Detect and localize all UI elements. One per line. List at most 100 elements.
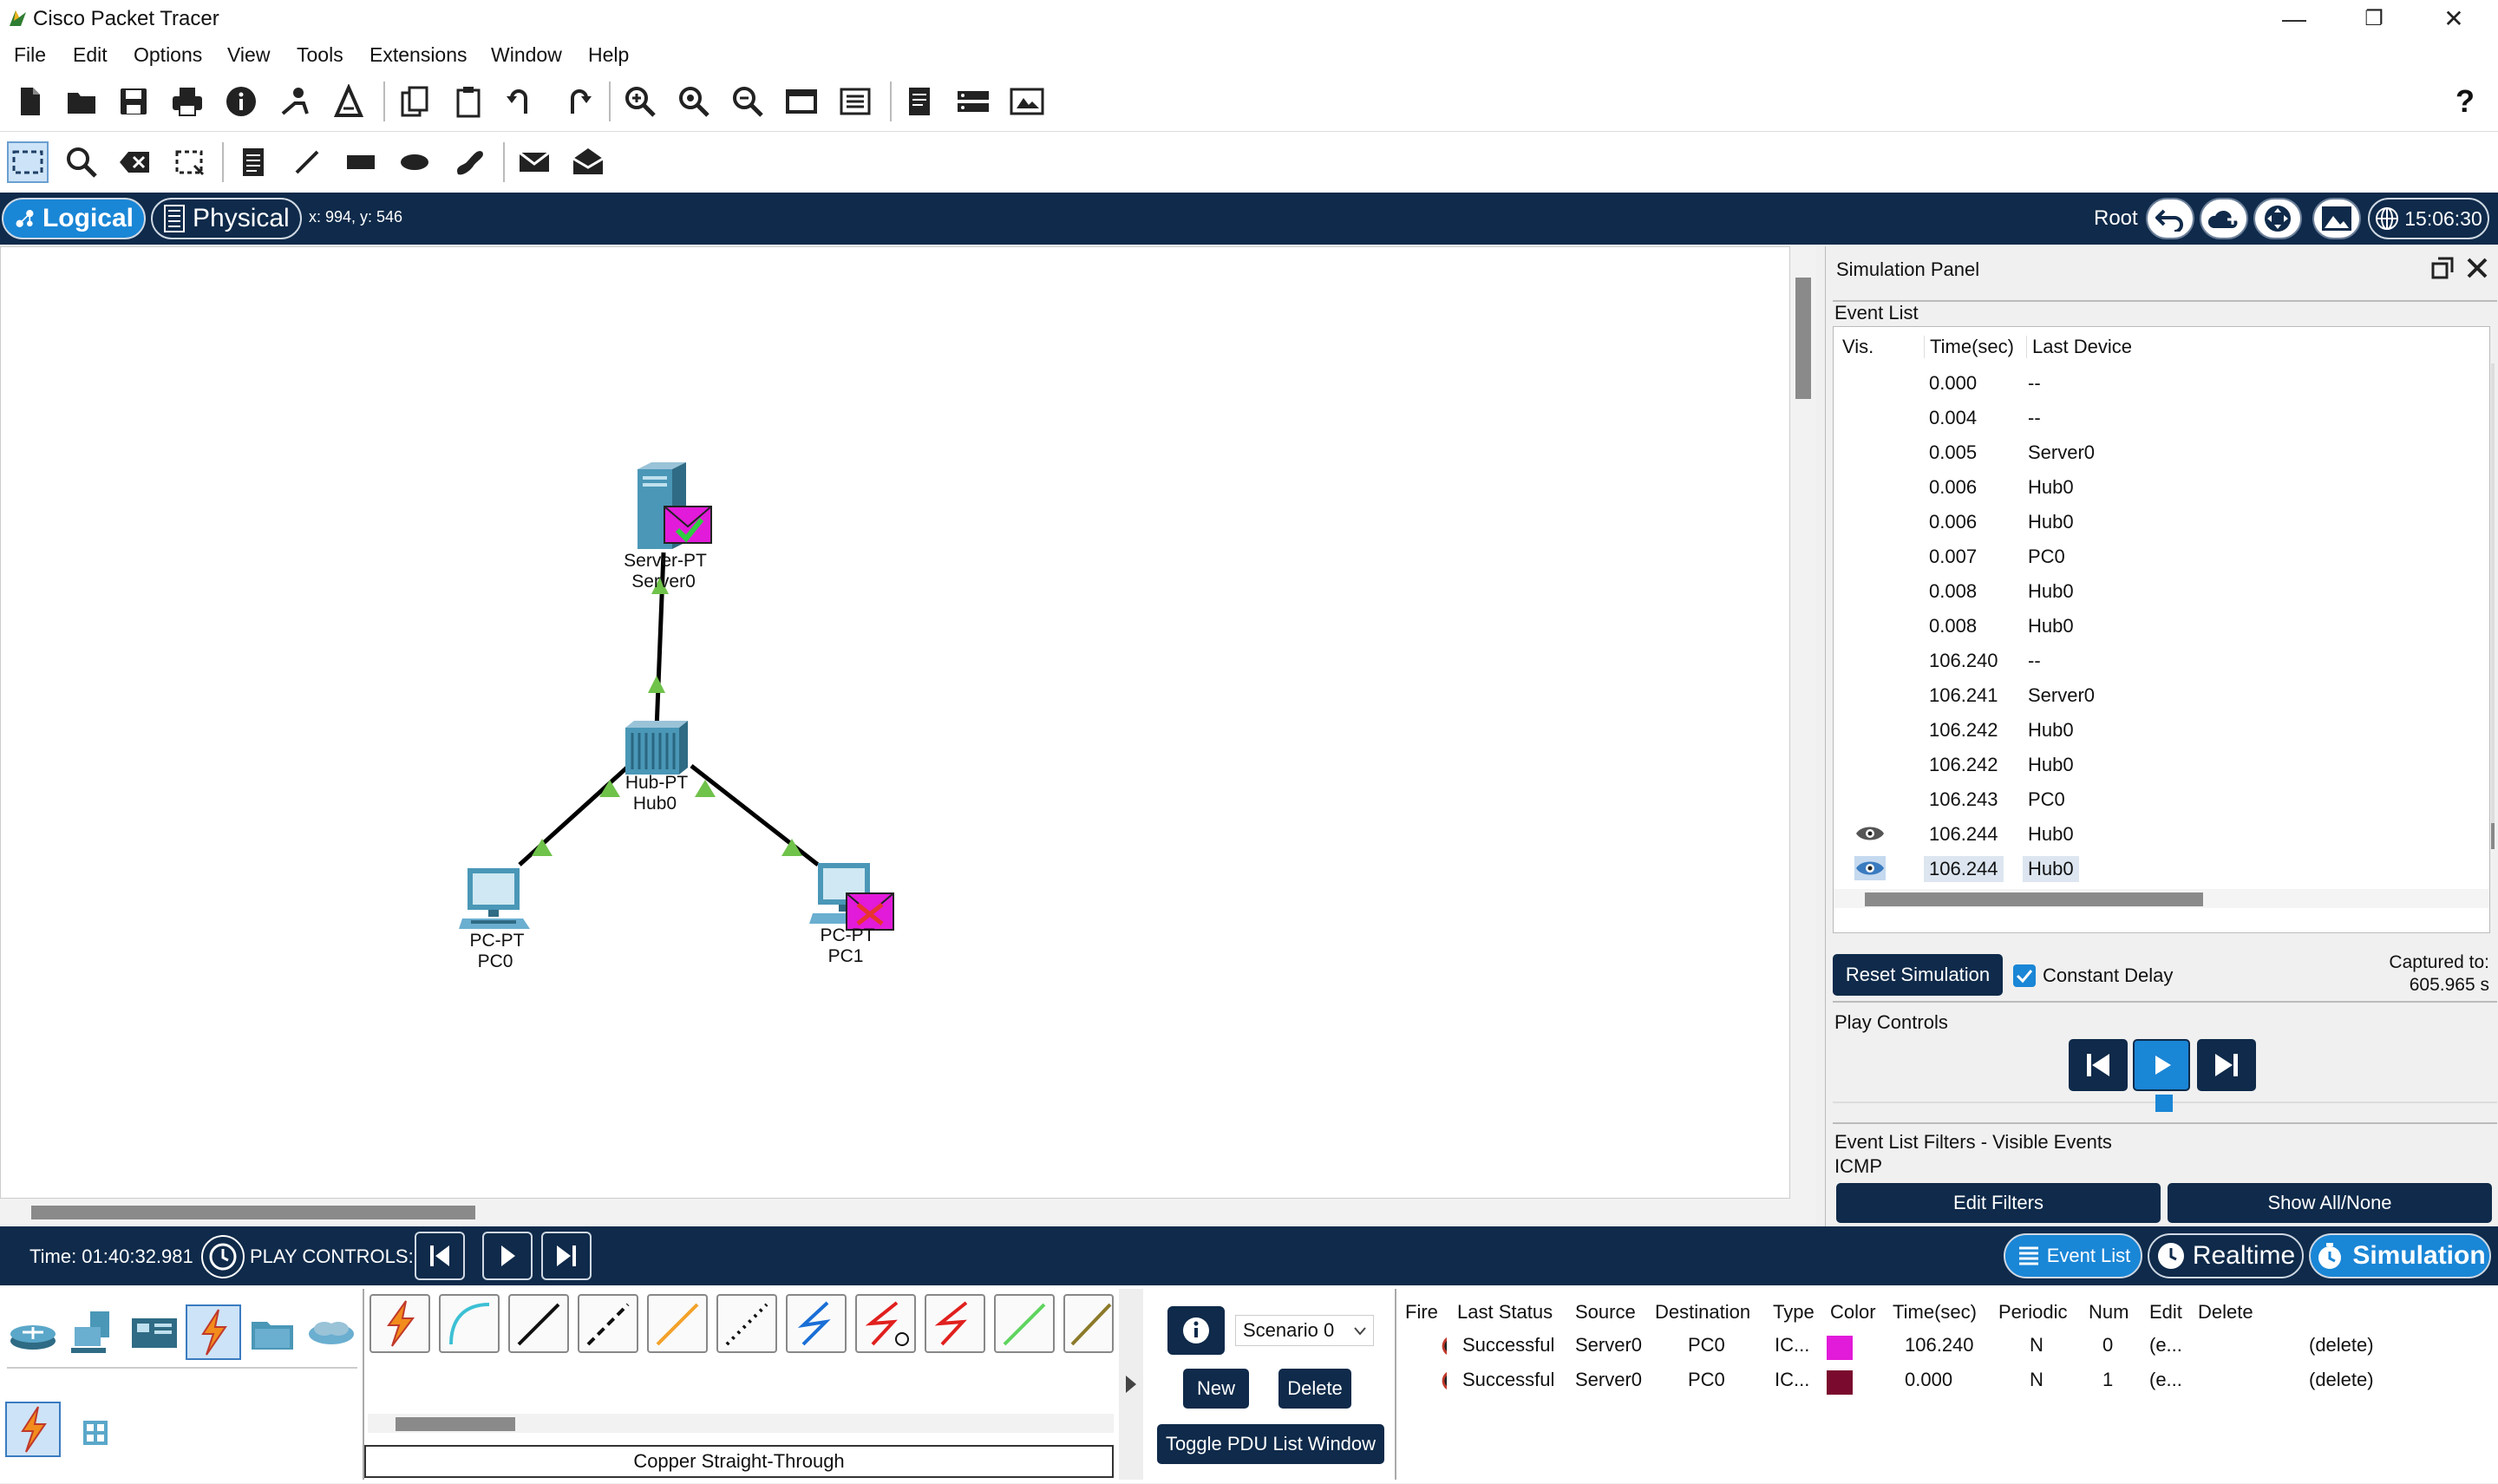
menu-tools[interactable]: Tools xyxy=(297,43,343,67)
redo-icon[interactable] xyxy=(555,81,597,122)
event-row[interactable]: 106.244 Hub0 xyxy=(1834,851,2475,886)
scrollbar-thumb[interactable] xyxy=(1865,892,2203,906)
resize-tool-icon[interactable] xyxy=(168,141,210,183)
cable-list-scrollbar[interactable] xyxy=(368,1414,1114,1433)
note-tool-icon[interactable] xyxy=(232,141,274,183)
scrollbar-thumb[interactable] xyxy=(2491,823,2495,849)
hub0-device[interactable] xyxy=(622,719,691,776)
logical-view-button[interactable]: Logical xyxy=(2,198,146,239)
close-button[interactable]: ✕ xyxy=(2415,0,2493,38)
menu-file[interactable]: File xyxy=(14,43,46,67)
scrollbar-thumb[interactable] xyxy=(31,1206,475,1219)
menu-help[interactable]: Help xyxy=(588,43,629,67)
zoom-out-icon[interactable] xyxy=(727,81,768,122)
copy-icon[interactable] xyxy=(394,81,435,122)
scenario-select[interactable]: Scenario 0 xyxy=(1235,1315,1374,1346)
serial-dte-cable[interactable] xyxy=(925,1294,985,1353)
delete-tool-icon[interactable] xyxy=(114,141,156,183)
simulation-mode-button[interactable]: Simulation xyxy=(2309,1233,2491,1278)
print-icon[interactable] xyxy=(167,81,208,122)
new-scenario-button[interactable]: New xyxy=(1183,1369,1249,1409)
menu-options[interactable]: Options xyxy=(134,43,202,67)
move-object-button[interactable] xyxy=(2253,198,2302,239)
workspace-vertical-scrollbar[interactable] xyxy=(1790,246,1816,1199)
open-folder-icon[interactable] xyxy=(61,81,102,122)
screenshot-icon[interactable] xyxy=(1006,81,1048,122)
components-category-icon[interactable] xyxy=(128,1306,180,1358)
pdu-delete-link[interactable]: (delete) xyxy=(2309,1369,2374,1391)
event-row[interactable]: 106.243 PC0 xyxy=(1834,781,2475,816)
pdu-row[interactable]: Successful Server0 PC0 IC... 0.000 N 1 (e... (de… xyxy=(1398,1363,2491,1398)
undock-icon[interactable] xyxy=(2429,255,2455,281)
column-header-vis[interactable]: Vis. xyxy=(1842,336,1874,358)
scrollbar-thumb[interactable] xyxy=(396,1417,515,1431)
maximize-button[interactable]: ❐ xyxy=(2335,0,2413,38)
scenario-info-button[interactable] xyxy=(1167,1306,1225,1355)
network-devices-category-icon[interactable] xyxy=(7,1306,59,1358)
draw-rectangle-icon[interactable] xyxy=(340,141,382,183)
zoom-in-icon[interactable] xyxy=(619,81,661,122)
miscellaneous-category-icon[interactable] xyxy=(246,1306,298,1358)
event-row[interactable]: 106.244 Hub0 xyxy=(1834,816,2475,851)
new-cluster-button[interactable] xyxy=(2200,198,2248,239)
viewport-clock-button[interactable]: 15:06:30 xyxy=(2368,198,2489,239)
event-row[interactable]: 106.240 -- xyxy=(1834,643,2475,677)
new-file-icon[interactable] xyxy=(9,81,50,122)
pdu-delete-link[interactable]: (delete) xyxy=(2309,1334,2374,1357)
copper-cross-over-cable[interactable] xyxy=(578,1294,638,1353)
eye-icon[interactable] xyxy=(1854,821,1886,846)
device-template-icon[interactable] xyxy=(952,81,994,122)
event-row[interactable]: 0.005 Server0 xyxy=(1834,435,2475,469)
network-info-icon[interactable] xyxy=(274,81,316,122)
logical-workspace[interactable]: Server-PT Server0 Hub-PT Hub0 PC-PT PC0 xyxy=(0,246,1790,1199)
add-complex-pdu-icon[interactable] xyxy=(567,141,609,183)
step-back-button[interactable] xyxy=(2069,1039,2128,1091)
inspect-tool-icon[interactable] xyxy=(61,141,102,183)
auto-connection-cable[interactable] xyxy=(369,1294,430,1353)
event-row[interactable]: 106.242 Hub0 xyxy=(1834,712,2475,747)
add-simple-pdu-icon[interactable] xyxy=(513,141,555,183)
event-list-vertical-scrollbar[interactable] xyxy=(2491,363,2495,849)
menu-edit[interactable]: Edit xyxy=(73,43,108,67)
paste-icon[interactable] xyxy=(448,81,489,122)
undo-icon[interactable] xyxy=(501,81,543,122)
event-list-toggle-button[interactable]: Event List xyxy=(2004,1233,2142,1278)
event-list-horizontal-scrollbar[interactable] xyxy=(1834,889,2489,908)
event-row[interactable]: 106.241 Server0 xyxy=(1834,677,2475,712)
event-row[interactable]: 106.242 Hub0 xyxy=(1834,747,2475,781)
event-row[interactable]: 0.004 -- xyxy=(1834,400,2475,435)
reset-time-button[interactable] xyxy=(201,1235,245,1278)
menu-view[interactable]: View xyxy=(227,43,270,67)
bottom-step-forward-button[interactable] xyxy=(541,1232,592,1280)
event-row[interactable]: 0.007 PC0 xyxy=(1834,539,2475,573)
bottom-step-back-button[interactable] xyxy=(415,1232,465,1280)
document-icon[interactable] xyxy=(899,81,940,122)
draw-ellipse-icon[interactable] xyxy=(394,141,435,183)
usb-cable[interactable] xyxy=(1063,1294,1114,1353)
menu-window[interactable]: Window xyxy=(491,43,562,67)
help-button[interactable]: ? xyxy=(2444,81,2486,122)
fire-icon[interactable] xyxy=(1435,1370,1447,1391)
constant-delay-checkbox[interactable] xyxy=(2013,964,2036,987)
reset-simulation-button[interactable]: Reset Simulation xyxy=(1833,954,2003,996)
event-row[interactable]: 0.006 Hub0 xyxy=(1834,469,2475,504)
physical-view-button[interactable]: Physical xyxy=(151,198,302,239)
copper-straight-through-cable[interactable] xyxy=(508,1294,569,1353)
delete-scenario-button[interactable]: Delete xyxy=(1278,1369,1351,1409)
workspace-horizontal-scrollbar[interactable] xyxy=(0,1199,1816,1225)
fiber-cable[interactable] xyxy=(647,1294,708,1353)
freeform-draw-icon[interactable] xyxy=(448,141,489,183)
event-row[interactable]: 0.008 Hub0 xyxy=(1834,573,2475,608)
minimize-button[interactable]: — xyxy=(2255,0,2333,38)
show-all-none-button[interactable]: Show All/None xyxy=(2168,1183,2492,1223)
scrollbar-thumb[interactable] xyxy=(1795,278,1811,399)
draw-line-icon[interactable] xyxy=(286,141,328,183)
serial-dce-cable[interactable] xyxy=(855,1294,916,1353)
save-icon[interactable] xyxy=(113,81,154,122)
info-icon[interactable] xyxy=(220,81,262,122)
pdu-panel-collapse[interactable] xyxy=(1119,1289,1143,1480)
column-header-time[interactable]: Time(sec) xyxy=(1924,336,2014,358)
coaxial-cable[interactable] xyxy=(786,1294,847,1353)
pdu-edit-link[interactable]: (e... xyxy=(2149,1334,2182,1357)
connections-subcategory-icon[interactable] xyxy=(5,1402,61,1457)
